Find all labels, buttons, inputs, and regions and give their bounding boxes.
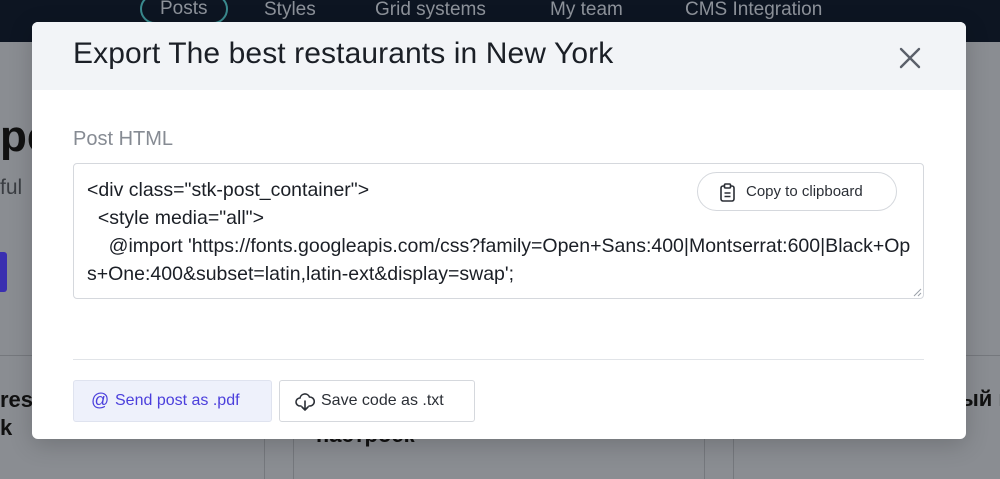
background-primary-button: [0, 252, 7, 292]
background-card-title: ый п: [960, 386, 1000, 411]
nav-item-styles[interactable]: Styles: [264, 0, 316, 23]
footer-divider: [73, 359, 924, 360]
at-icon: @: [91, 390, 110, 410]
modal-title: Export The best restaurants in New York: [73, 37, 614, 70]
resize-handle-icon[interactable]: [912, 287, 922, 297]
post-html-label: Post HTML: [73, 128, 174, 150]
background-card-title: res k: [0, 387, 34, 440]
close-button[interactable]: [896, 44, 924, 72]
nav-item-grid-systems[interactable]: Grid systems: [375, 0, 486, 23]
send-post-pdf-label: Send post as .pdf: [115, 392, 240, 409]
copy-to-clipboard-label: Copy to clipboard: [746, 183, 863, 200]
send-post-pdf-button[interactable]: @ Send post as .pdf: [73, 380, 272, 422]
close-icon: [899, 47, 921, 69]
nav-item-my-team[interactable]: My team: [550, 0, 623, 23]
copy-to-clipboard-button[interactable]: Copy to clipboard: [697, 172, 897, 211]
export-modal: Export The best restaurants in New York …: [32, 22, 966, 439]
clipboard-icon: [720, 183, 735, 202]
background-page-subtitle: ful: [0, 176, 23, 199]
cloud-download-icon: [295, 393, 315, 411]
modal-header: Export The best restaurants in New York: [32, 22, 966, 90]
nav-item-posts[interactable]: Posts: [140, 0, 228, 24]
save-code-txt-button[interactable]: Save code as .txt: [279, 380, 475, 422]
nav-item-cms-integration[interactable]: CMS Integration: [685, 0, 822, 23]
save-code-txt-label: Save code as .txt: [321, 392, 444, 409]
